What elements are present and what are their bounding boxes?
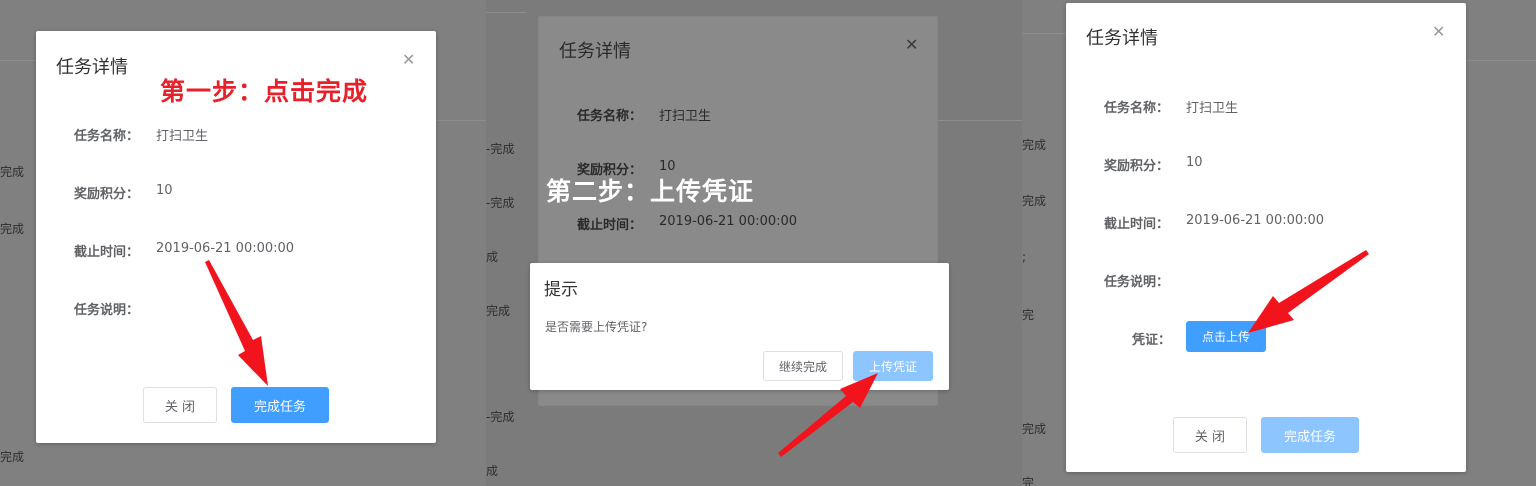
bg-table-cell: -完成 — [486, 410, 515, 424]
bg-divider — [436, 120, 486, 121]
screenshot-panel-1: 完成 完成 完成 任务详情 ✕ 任务名称： 打扫卫生 奖励积分： 10 截止时间… — [0, 0, 486, 486]
field-value-deadline: 2019-06-21 00:00:00 — [659, 214, 798, 229]
field-value-reward-points: 10 — [1186, 155, 1203, 170]
field-label-reward-points: 奖励积分： — [1104, 159, 1170, 174]
bg-table-cell: 完 — [1022, 308, 1035, 322]
field-value-reward-points: 10 — [156, 183, 173, 198]
bg-table-cell: 完成 — [0, 165, 25, 179]
bg-table-cell: 完成 — [1022, 138, 1047, 152]
field-label-description: 任务说明： — [1104, 275, 1170, 290]
bg-table-cell: 完成 — [1022, 422, 1047, 436]
bg-table-cell: 完成 — [0, 222, 25, 236]
field-label-voucher: 凭证： — [1132, 333, 1172, 348]
click-upload-button[interactable]: 点击上传 — [1186, 321, 1266, 352]
bg-table-cell: 成 — [486, 250, 499, 264]
field-value-task-name: 打扫卫生 — [156, 129, 209, 144]
field-label-task-name: 任务名称： — [74, 129, 140, 144]
field-label-task-name: 任务名称： — [577, 109, 643, 124]
complete-task-button[interactable]: 完成任务 — [231, 387, 329, 423]
field-value-task-name: 打扫卫生 — [659, 109, 712, 124]
dialog-title: 任务详情 — [1086, 28, 1158, 49]
bg-divider — [1466, 60, 1536, 61]
bg-divider — [486, 12, 526, 13]
field-label-deadline: 截止时间： — [74, 245, 140, 260]
close-button[interactable]: 关 闭 — [143, 387, 217, 423]
task-detail-dialog: 任务详情 ✕ 任务名称： 打扫卫生 奖励积分： 10 截止时间： 2019-06… — [1066, 3, 1466, 472]
complete-task-button[interactable]: 完成任务 — [1261, 417, 1359, 453]
bg-table-cell: 完成 — [0, 450, 25, 464]
field-label-deadline: 截止时间： — [577, 218, 643, 233]
prompt-title: 提示 — [544, 280, 578, 300]
close-icon: ✕ — [905, 35, 919, 54]
bg-table-cell: -完成 — [486, 142, 515, 156]
upload-voucher-button[interactable]: 上传凭证 — [853, 351, 933, 381]
dialog-title: 任务详情 — [56, 57, 128, 78]
continue-complete-button[interactable]: 继续完成 — [763, 351, 843, 381]
field-value-task-name: 打扫卫生 — [1186, 101, 1239, 116]
field-label-description: 任务说明： — [74, 303, 140, 318]
field-label-reward-points: 奖励积分： — [74, 187, 140, 202]
bg-table-cell: 完 — [1022, 476, 1035, 486]
prompt-message: 是否需要上传凭证? — [545, 320, 648, 334]
close-icon[interactable]: ✕ — [1432, 24, 1445, 40]
bg-table-cell: 完成 — [1022, 194, 1047, 208]
annotation-step-2: 第二步：上传凭证 — [546, 177, 755, 206]
field-value-deadline: 2019-06-21 00:00:00 — [1186, 213, 1325, 228]
bg-table-cell: 成 — [486, 464, 499, 478]
screenshot-panel-3: 完成 完成 ; 完 完成 完 任务详情 ✕ 任务名称： 打扫卫生 奖励积分： 1… — [1022, 0, 1536, 486]
field-label-task-name: 任务名称： — [1104, 101, 1170, 116]
screenshot-panel-2: -完成 -完成 成 完成 -完成 成 任务详情 ✕ 任务名称： 打扫卫生 奖励积… — [486, 0, 1022, 486]
bg-table-cell: 完成 — [486, 304, 511, 318]
bg-divider — [1022, 33, 1066, 34]
close-icon[interactable]: ✕ — [402, 52, 415, 68]
bg-divider — [938, 120, 1022, 121]
close-button[interactable]: 关 闭 — [1173, 417, 1247, 453]
annotation-step-1: 第一步：点击完成 — [160, 77, 369, 106]
upload-prompt-dialog: 提示 是否需要上传凭证? 继续完成 上传凭证 — [530, 263, 949, 390]
bg-table-cell: ; — [1022, 250, 1027, 264]
bg-divider — [0, 60, 40, 61]
field-label-deadline: 截止时间： — [1104, 217, 1170, 232]
field-value-deadline: 2019-06-21 00:00:00 — [156, 241, 295, 256]
dialog-title: 任务详情 — [559, 41, 631, 62]
bg-table-cell: -完成 — [486, 196, 515, 210]
